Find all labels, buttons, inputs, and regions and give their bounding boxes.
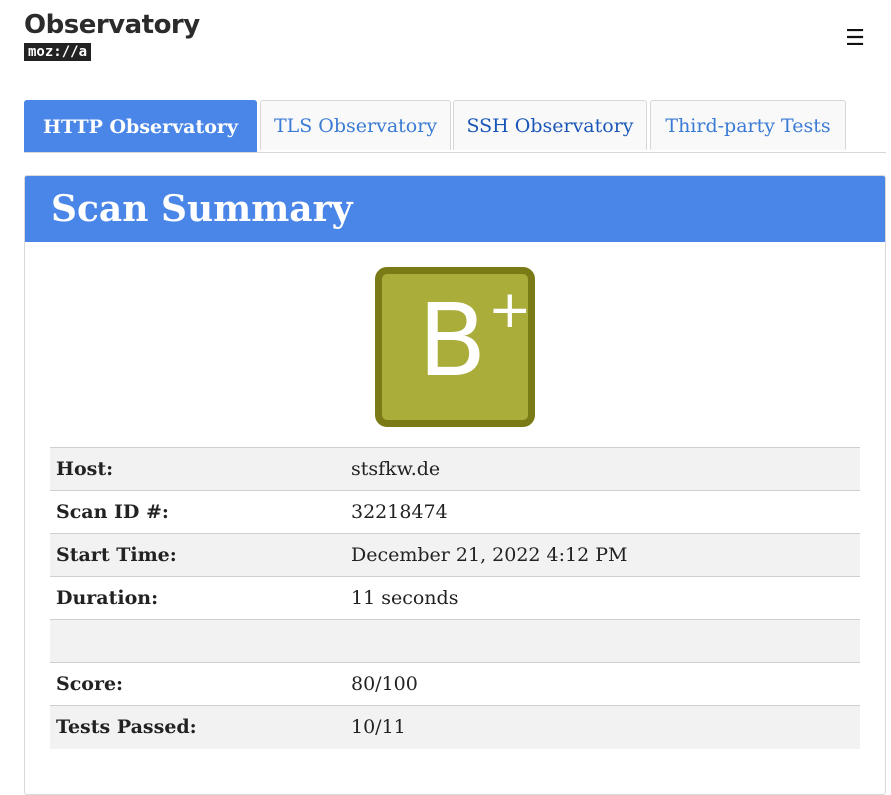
host-label: Host: [50, 447, 345, 491]
empty-cell [50, 619, 345, 663]
table-row-tests-passed: Tests Passed: 10/11 [50, 705, 860, 749]
table-row-scan-id: Scan ID #: 32218474 [50, 490, 860, 534]
start-time-value: December 21, 2022 4:12 PM [345, 533, 860, 577]
duration-label: Duration: [50, 576, 345, 620]
table-row-duration: Duration: 11 seconds [50, 576, 860, 620]
scan-summary-panel: Scan Summary B + Host: stsfkw.de Scan ID… [24, 175, 886, 795]
empty-cell [345, 619, 860, 663]
tab-third-party-tests[interactable]: Third-party Tests [650, 100, 846, 150]
site-header: Observatory moz://a [24, 10, 200, 61]
start-time-label: Start Time: [50, 533, 345, 577]
scan-summary-table: Host: stsfkw.de Scan ID #: 32218474 Star… [50, 447, 860, 749]
table-row-empty [50, 619, 860, 663]
grade-modifier: + [488, 280, 532, 340]
hamburger-menu-icon[interactable]: ☰ [840, 24, 870, 52]
scan-id-label: Scan ID #: [50, 490, 345, 534]
scan-summary-heading: Scan Summary [25, 176, 885, 242]
grade-letter: B [418, 282, 487, 399]
host-value[interactable]: stsfkw.de [345, 447, 860, 491]
observatory-tabs: HTTP Observatory TLS Observatory SSH Obs… [24, 100, 886, 153]
tests-passed-label: Tests Passed: [50, 705, 345, 749]
table-row-score: Score: 80/100 [50, 662, 860, 706]
duration-value: 11 seconds [345, 576, 860, 620]
mozilla-logo[interactable]: moz://a [24, 43, 92, 61]
grade-badge: B + [375, 267, 535, 427]
table-row-host: Host: stsfkw.de [50, 447, 860, 491]
scan-id-value: 32218474 [345, 490, 860, 534]
tab-tls-observatory[interactable]: TLS Observatory [260, 100, 451, 150]
tab-http-observatory[interactable]: HTTP Observatory [24, 100, 257, 152]
tab-ssh-observatory[interactable]: SSH Observatory [453, 100, 647, 150]
score-label: Score: [50, 662, 345, 706]
tests-passed-value: 10/11 [345, 705, 860, 749]
score-value: 80/100 [345, 662, 860, 706]
app-title[interactable]: Observatory [24, 10, 200, 40]
table-row-start-time: Start Time: December 21, 2022 4:12 PM [50, 533, 860, 577]
